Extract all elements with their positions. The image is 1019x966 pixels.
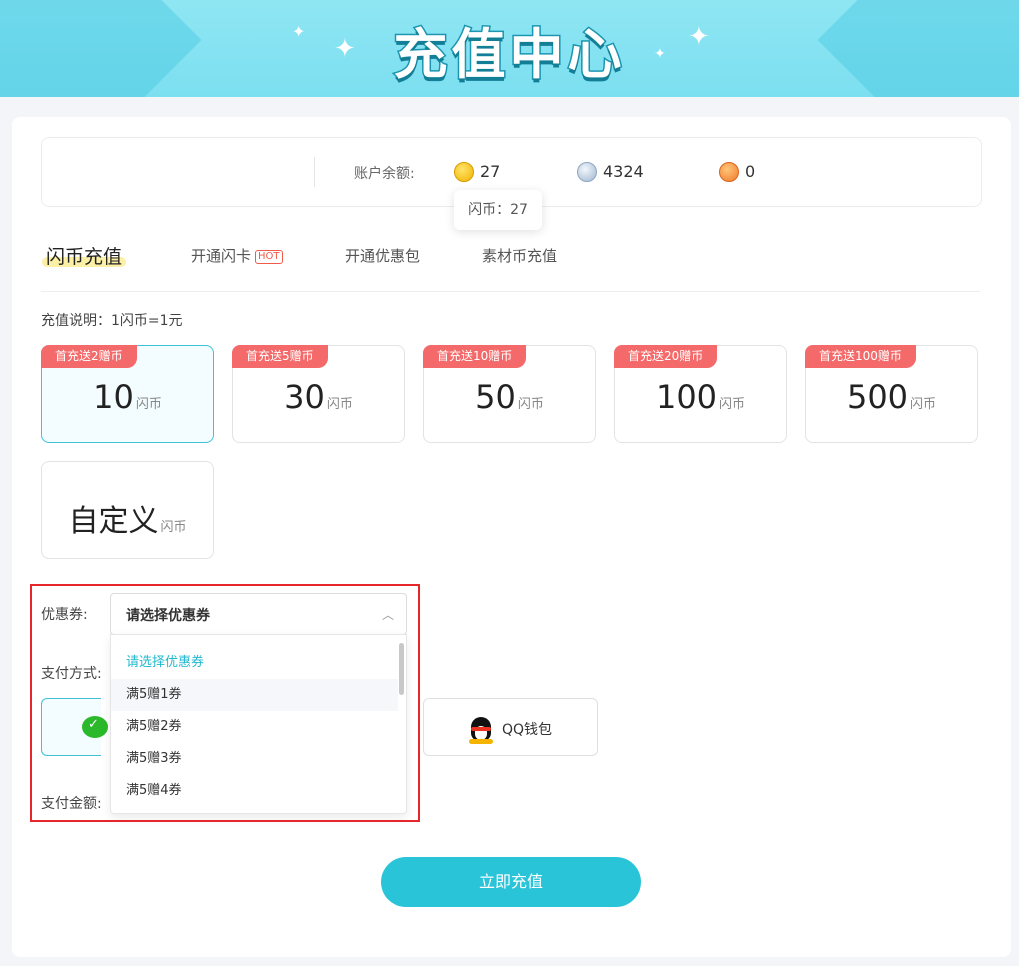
tab-flash-card[interactable]: 开通闪卡 HOT (191, 245, 283, 266)
amount-value: 30 (284, 378, 325, 416)
amount-unit: 闪币 (160, 520, 187, 535)
material-coin-balance: 0 (745, 162, 756, 181)
tab-label: 闪币充值 (46, 246, 123, 268)
tab-label: 开通闪卡 (191, 247, 252, 265)
amount-unit: 闪币 (910, 397, 937, 412)
amount-value: 10 (93, 378, 134, 416)
amount-option-100[interactable]: 首充送20赠币 100 闪币 (614, 345, 787, 443)
amount-value: 50 (475, 378, 516, 416)
amount-unit: 闪币 (326, 397, 353, 412)
tab-discount-pack[interactable]: 开通优惠包 (345, 245, 420, 266)
qq-wallet-label: QQ钱包 (502, 722, 553, 738)
hot-badge: HOT (255, 250, 283, 264)
recharge-card: 账户余额: 27 4324 0 闪币：27 闪币充值 开通闪卡 HOT 开通优惠包… (12, 117, 1011, 957)
page-title: 充值中心 (392, 22, 626, 88)
amount-value: 100 (655, 378, 718, 416)
tab-flash-coin-recharge[interactable]: 闪币充值 (42, 242, 127, 269)
tab-material-coin-recharge[interactable]: 素材币充值 (482, 245, 557, 266)
amount-unit: 闪币 (719, 397, 746, 412)
flash-coin-balance: 27 (480, 162, 501, 181)
bonus-badge: 首充送5赠币 (232, 345, 328, 368)
amount-option-50[interactable]: 首充送10赠币 50 闪币 (423, 345, 596, 443)
silver-coin-icon[interactable] (577, 162, 597, 182)
custom-amount-label: 自定义 (68, 504, 159, 539)
recharge-now-button[interactable]: 立即充值 (381, 857, 641, 907)
bonus-badge: 首充送10赠币 (423, 345, 527, 368)
amount-option-custom[interactable]: 自定义 闪币 (41, 461, 214, 559)
amount-option-30[interactable]: 首充送5赠币 30 闪币 (232, 345, 405, 443)
amount-value: 500 (846, 378, 909, 416)
qq-penguin-icon (468, 712, 494, 744)
balance-label: 账户余额: (354, 166, 415, 182)
banner: ✦ ✦ ✦ ✦ 充值中心 (0, 0, 1019, 97)
bonus-badge: 首充送20赠币 (614, 345, 718, 368)
amount-option-500[interactable]: 首充送100赠币 500 闪币 (805, 345, 978, 443)
qq-wallet-option[interactable]: QQ钱包 (423, 698, 598, 756)
amount-option-10[interactable]: 首充送2赠币 10 闪币 (41, 345, 214, 443)
amount-unit: 闪币 (517, 397, 544, 412)
gold-coin-icon[interactable] (454, 162, 474, 182)
highlight-box (30, 584, 420, 822)
bonus-badge: 首充送2赠币 (41, 345, 137, 368)
amount-unit: 闪币 (135, 397, 162, 412)
tab-label: 素材币充值 (482, 247, 558, 265)
divider (314, 157, 315, 187)
tabs-divider (41, 291, 980, 292)
gift-coin-balance: 4324 (603, 162, 644, 181)
bonus-badge: 首充送100赠币 (805, 345, 916, 368)
bronze-coin-icon[interactable] (719, 162, 739, 182)
recharge-description: 充值说明：1闪币=1元 (41, 313, 183, 329)
coin-tooltip: 闪币：27 (454, 190, 542, 230)
tab-label: 开通优惠包 (345, 247, 421, 265)
